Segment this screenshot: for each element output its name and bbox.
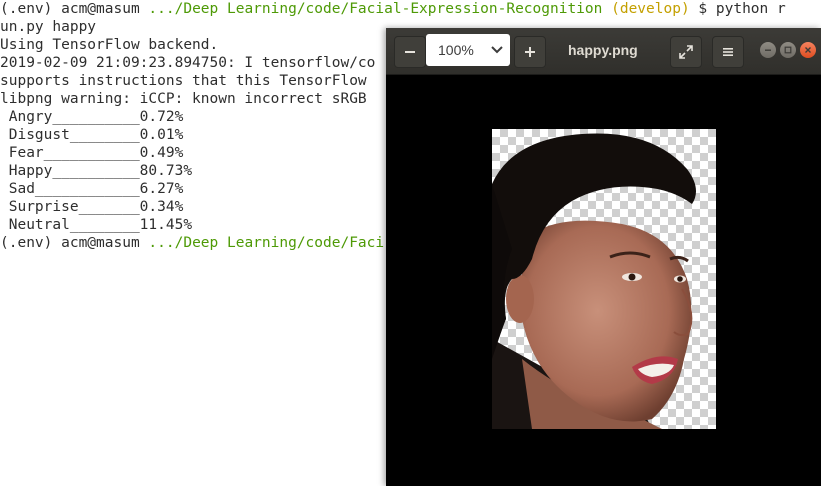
plus-icon <box>525 47 535 57</box>
prompt-branch: (develop) <box>611 1 690 17</box>
output-supports: supports instructions that this TensorFl… <box>0 73 367 89</box>
minimize-icon <box>765 49 771 51</box>
result-happy: Happy__________80.73% <box>0 163 193 179</box>
displayed-photo <box>492 129 716 429</box>
maximize-icon <box>784 46 792 54</box>
zoom-level-select[interactable]: 100% <box>426 34 510 66</box>
prompt-path: .../Deep Learning/code/Facial-Expression… <box>148 1 603 17</box>
terminal-prompt-line-2: (.env) acm@masum .../Deep Learning/code/… <box>0 234 384 252</box>
result-angry: Angry__________0.72% <box>0 109 184 125</box>
close-icon <box>805 47 811 53</box>
menu-button[interactable] <box>712 36 744 68</box>
prompt-user: (.env) acm@masum <box>0 1 140 17</box>
prompt-path: .../Deep Learning/code/Faci <box>148 235 385 251</box>
image-viewer-window[interactable]: 100% happy.png <box>386 28 821 486</box>
fullscreen-button[interactable] <box>670 36 702 68</box>
command-wrap: un.py happy <box>0 19 97 35</box>
result-disgust: Disgust________0.01% <box>0 127 184 143</box>
output-backend: Using TensorFlow backend. <box>0 37 219 53</box>
output-libpng: libpng warning: iCCP: known incorrect sR… <box>0 91 367 107</box>
zoom-level-value: 100% <box>438 42 474 58</box>
result-sad: Sad____________6.27% <box>0 181 184 197</box>
close-button[interactable] <box>800 42 816 58</box>
chevron-down-icon <box>491 46 503 54</box>
result-fear: Fear___________0.49% <box>0 145 184 161</box>
minimize-button[interactable] <box>760 42 776 58</box>
viewer-header-bar: 100% happy.png <box>386 28 821 75</box>
zoom-in-button[interactable] <box>514 36 546 68</box>
expand-icon <box>679 45 693 59</box>
zoom-out-button[interactable] <box>394 36 426 68</box>
prompt-user: (.env) acm@masum <box>0 235 140 251</box>
terminal-prompt-line: (.env) acm@masum .../Deep Learning/code/… <box>0 0 786 18</box>
maximize-button[interactable] <box>780 42 796 58</box>
output-log: 2019-02-09 21:09:23.894750: I tensorflow… <box>0 55 376 71</box>
hamburger-menu-icon <box>723 48 733 56</box>
window-title: happy.png <box>568 42 638 58</box>
result-neutral: Neutral________11.45% <box>0 217 193 233</box>
minus-icon <box>405 51 415 53</box>
result-surprise: Surprise_______0.34% <box>0 199 184 215</box>
command-text: $ python r <box>689 1 786 17</box>
face-photo-image <box>492 133 696 429</box>
